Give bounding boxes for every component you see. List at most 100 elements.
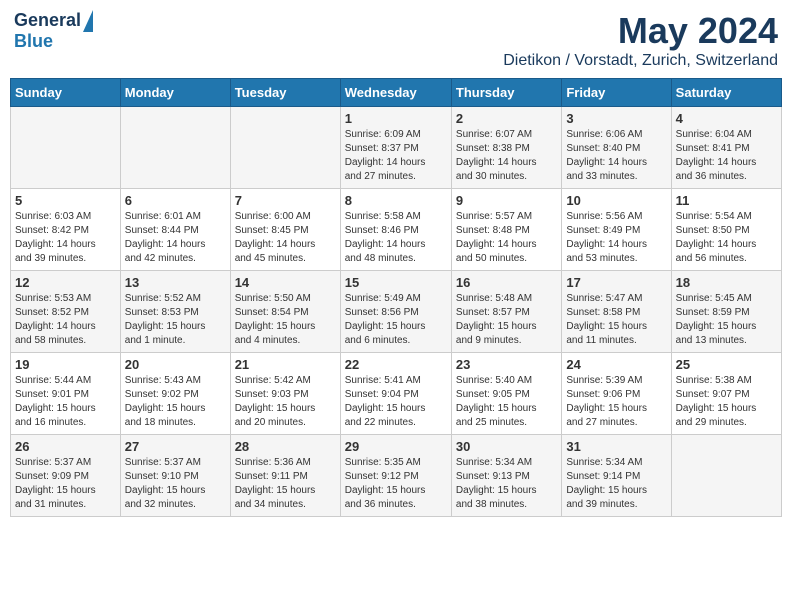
day-info: Sunrise: 5:58 AM Sunset: 8:46 PM Dayligh… xyxy=(345,210,447,266)
day-number: 10 xyxy=(566,193,666,208)
calendar-cell: 8 Sunrise: 5:58 AM Sunset: 8:46 PM Daylig… xyxy=(340,189,451,271)
calendar-cell: 24 Sunrise: 5:39 AM Sunset: 9:06 PM Dayli… xyxy=(562,353,671,435)
day-number: 4 xyxy=(676,111,777,126)
calendar-cell: 30 Sunrise: 5:34 AM Sunset: 9:13 PM Dayli… xyxy=(451,435,561,517)
day-info: Sunrise: 6:04 AM Sunset: 8:41 PM Dayligh… xyxy=(676,128,777,184)
day-info: Sunrise: 5:43 AM Sunset: 9:02 PM Dayligh… xyxy=(125,374,226,430)
day-info: Sunrise: 5:44 AM Sunset: 9:01 PM Dayligh… xyxy=(15,374,116,430)
calendar-cell: 21 Sunrise: 5:42 AM Sunset: 9:03 PM Dayli… xyxy=(230,353,340,435)
calendar-cell: 14 Sunrise: 5:50 AM Sunset: 8:54 PM Dayli… xyxy=(230,271,340,353)
day-info: Sunrise: 6:07 AM Sunset: 8:38 PM Dayligh… xyxy=(456,128,557,184)
day-info: Sunrise: 5:39 AM Sunset: 9:06 PM Dayligh… xyxy=(566,374,666,430)
day-info: Sunrise: 5:56 AM Sunset: 8:49 PM Dayligh… xyxy=(566,210,666,266)
day-number: 6 xyxy=(125,193,226,208)
day-info: Sunrise: 5:52 AM Sunset: 8:53 PM Dayligh… xyxy=(125,292,226,348)
day-number: 26 xyxy=(15,439,116,454)
day-number: 11 xyxy=(676,193,777,208)
day-info: Sunrise: 5:38 AM Sunset: 9:07 PM Dayligh… xyxy=(676,374,777,430)
calendar-cell: 11 Sunrise: 5:54 AM Sunset: 8:50 PM Dayli… xyxy=(671,189,781,271)
day-info: Sunrise: 5:41 AM Sunset: 9:04 PM Dayligh… xyxy=(345,374,447,430)
weekday-header: Friday xyxy=(562,79,671,107)
location-title: Dietikon / Vorstadt, Zurich, Switzerland xyxy=(503,52,778,70)
day-number: 9 xyxy=(456,193,557,208)
calendar-cell: 23Sunrise: 5:40 AM Sunset: 9:05 PM Dayli… xyxy=(451,353,561,435)
day-number: 23 xyxy=(456,357,557,372)
logo-general: General xyxy=(14,11,81,31)
day-info: Sunrise: 5:57 AM Sunset: 8:48 PM Dayligh… xyxy=(456,210,557,266)
day-number: 25 xyxy=(676,357,777,372)
weekday-header: Wednesday xyxy=(340,79,451,107)
calendar-cell: 9 Sunrise: 5:57 AM Sunset: 8:48 PM Daylig… xyxy=(451,189,561,271)
day-info: Sunrise: 5:50 AM Sunset: 8:54 PM Dayligh… xyxy=(235,292,336,348)
day-number: 14 xyxy=(235,275,336,290)
day-number: 15 xyxy=(345,275,447,290)
day-number: 5 xyxy=(15,193,116,208)
calendar-cell: 6 Sunrise: 6:01 AM Sunset: 8:44 PM Daylig… xyxy=(120,189,230,271)
day-number: 28 xyxy=(235,439,336,454)
calendar-cell: 28 Sunrise: 5:36 AM Sunset: 9:11 PM Dayli… xyxy=(230,435,340,517)
day-info: Sunrise: 5:54 AM Sunset: 8:50 PM Dayligh… xyxy=(676,210,777,266)
day-info: Sunrise: 5:37 AM Sunset: 9:10 PM Dayligh… xyxy=(125,456,226,512)
day-info: Sunrise: 5:35 AM Sunset: 9:12 PM Dayligh… xyxy=(345,456,447,512)
logo: General Blue xyxy=(14,10,93,52)
day-number: 30 xyxy=(456,439,557,454)
calendar-cell: 31 Sunrise: 5:34 AM Sunset: 9:14 PM Dayli… xyxy=(562,435,671,517)
calendar-cell: 18 Sunrise: 5:45 AM Sunset: 8:59 PM Dayli… xyxy=(671,271,781,353)
calendar-cell: 29Sunrise: 5:35 AM Sunset: 9:12 PM Dayli… xyxy=(340,435,451,517)
calendar-cell xyxy=(671,435,781,517)
calendar-row: 1Sunrise: 6:09 AM Sunset: 8:37 PM Daylig… xyxy=(11,107,782,189)
day-info: Sunrise: 6:03 AM Sunset: 8:42 PM Dayligh… xyxy=(15,210,116,266)
day-info: Sunrise: 5:47 AM Sunset: 8:58 PM Dayligh… xyxy=(566,292,666,348)
weekday-header: Sunday xyxy=(11,79,121,107)
day-info: Sunrise: 5:53 AM Sunset: 8:52 PM Dayligh… xyxy=(15,292,116,348)
calendar-cell: 26Sunrise: 5:37 AM Sunset: 9:09 PM Dayli… xyxy=(11,435,121,517)
weekday-header: Saturday xyxy=(671,79,781,107)
day-number: 2 xyxy=(456,111,557,126)
day-number: 13 xyxy=(125,275,226,290)
day-number: 24 xyxy=(566,357,666,372)
day-number: 31 xyxy=(566,439,666,454)
calendar-row: 5 Sunrise: 6:03 AM Sunset: 8:42 PM Daylig… xyxy=(11,189,782,271)
day-number: 3 xyxy=(566,111,666,126)
day-number: 7 xyxy=(235,193,336,208)
day-info: Sunrise: 5:34 AM Sunset: 9:13 PM Dayligh… xyxy=(456,456,557,512)
calendar-cell: 27Sunrise: 5:37 AM Sunset: 9:10 PM Dayli… xyxy=(120,435,230,517)
day-number: 8 xyxy=(345,193,447,208)
calendar-cell: 25 Sunrise: 5:38 AM Sunset: 9:07 PM Dayli… xyxy=(671,353,781,435)
day-number: 16 xyxy=(456,275,557,290)
calendar-cell: 17Sunrise: 5:47 AM Sunset: 8:58 PM Dayli… xyxy=(562,271,671,353)
calendar-table: SundayMondayTuesdayWednesdayThursdayFrid… xyxy=(10,78,782,517)
logo-icon xyxy=(83,10,93,32)
calendar-cell: 2 Sunrise: 6:07 AM Sunset: 8:38 PM Daylig… xyxy=(451,107,561,189)
day-info: Sunrise: 5:48 AM Sunset: 8:57 PM Dayligh… xyxy=(456,292,557,348)
day-number: 21 xyxy=(235,357,336,372)
day-info: Sunrise: 5:36 AM Sunset: 9:11 PM Dayligh… xyxy=(235,456,336,512)
calendar-cell: 16 Sunrise: 5:48 AM Sunset: 8:57 PM Dayli… xyxy=(451,271,561,353)
calendar-cell: 4 Sunrise: 6:04 AM Sunset: 8:41 PM Daylig… xyxy=(671,107,781,189)
day-info: Sunrise: 6:01 AM Sunset: 8:44 PM Dayligh… xyxy=(125,210,226,266)
day-number: 19 xyxy=(15,357,116,372)
calendar-cell xyxy=(120,107,230,189)
calendar-row: 19 Sunrise: 5:44 AM Sunset: 9:01 PM Dayli… xyxy=(11,353,782,435)
calendar-cell xyxy=(230,107,340,189)
calendar-cell: 7 Sunrise: 6:00 AM Sunset: 8:45 PM Daylig… xyxy=(230,189,340,271)
calendar-cell: 22Sunrise: 5:41 AM Sunset: 9:04 PM Dayli… xyxy=(340,353,451,435)
calendar-cell: 19 Sunrise: 5:44 AM Sunset: 9:01 PM Dayli… xyxy=(11,353,121,435)
day-info: Sunrise: 5:42 AM Sunset: 9:03 PM Dayligh… xyxy=(235,374,336,430)
day-number: 18 xyxy=(676,275,777,290)
calendar-cell: 3 Sunrise: 6:06 AM Sunset: 8:40 PM Daylig… xyxy=(562,107,671,189)
page-header: General Blue May 2024 Dietikon / Vorstad… xyxy=(10,10,782,70)
day-number: 12 xyxy=(15,275,116,290)
calendar-row: 26Sunrise: 5:37 AM Sunset: 9:09 PM Dayli… xyxy=(11,435,782,517)
weekday-header-row: SundayMondayTuesdayWednesdayThursdayFrid… xyxy=(11,79,782,107)
day-info: Sunrise: 6:06 AM Sunset: 8:40 PM Dayligh… xyxy=(566,128,666,184)
calendar-cell: 5 Sunrise: 6:03 AM Sunset: 8:42 PM Daylig… xyxy=(11,189,121,271)
calendar-cell: 15 Sunrise: 5:49 AM Sunset: 8:56 PM Dayli… xyxy=(340,271,451,353)
day-info: Sunrise: 6:09 AM Sunset: 8:37 PM Dayligh… xyxy=(345,128,447,184)
day-info: Sunrise: 5:45 AM Sunset: 8:59 PM Dayligh… xyxy=(676,292,777,348)
weekday-header: Thursday xyxy=(451,79,561,107)
calendar-cell: 20Sunrise: 5:43 AM Sunset: 9:02 PM Dayli… xyxy=(120,353,230,435)
day-info: Sunrise: 6:00 AM Sunset: 8:45 PM Dayligh… xyxy=(235,210,336,266)
day-info: Sunrise: 5:34 AM Sunset: 9:14 PM Dayligh… xyxy=(566,456,666,512)
day-info: Sunrise: 5:49 AM Sunset: 8:56 PM Dayligh… xyxy=(345,292,447,348)
